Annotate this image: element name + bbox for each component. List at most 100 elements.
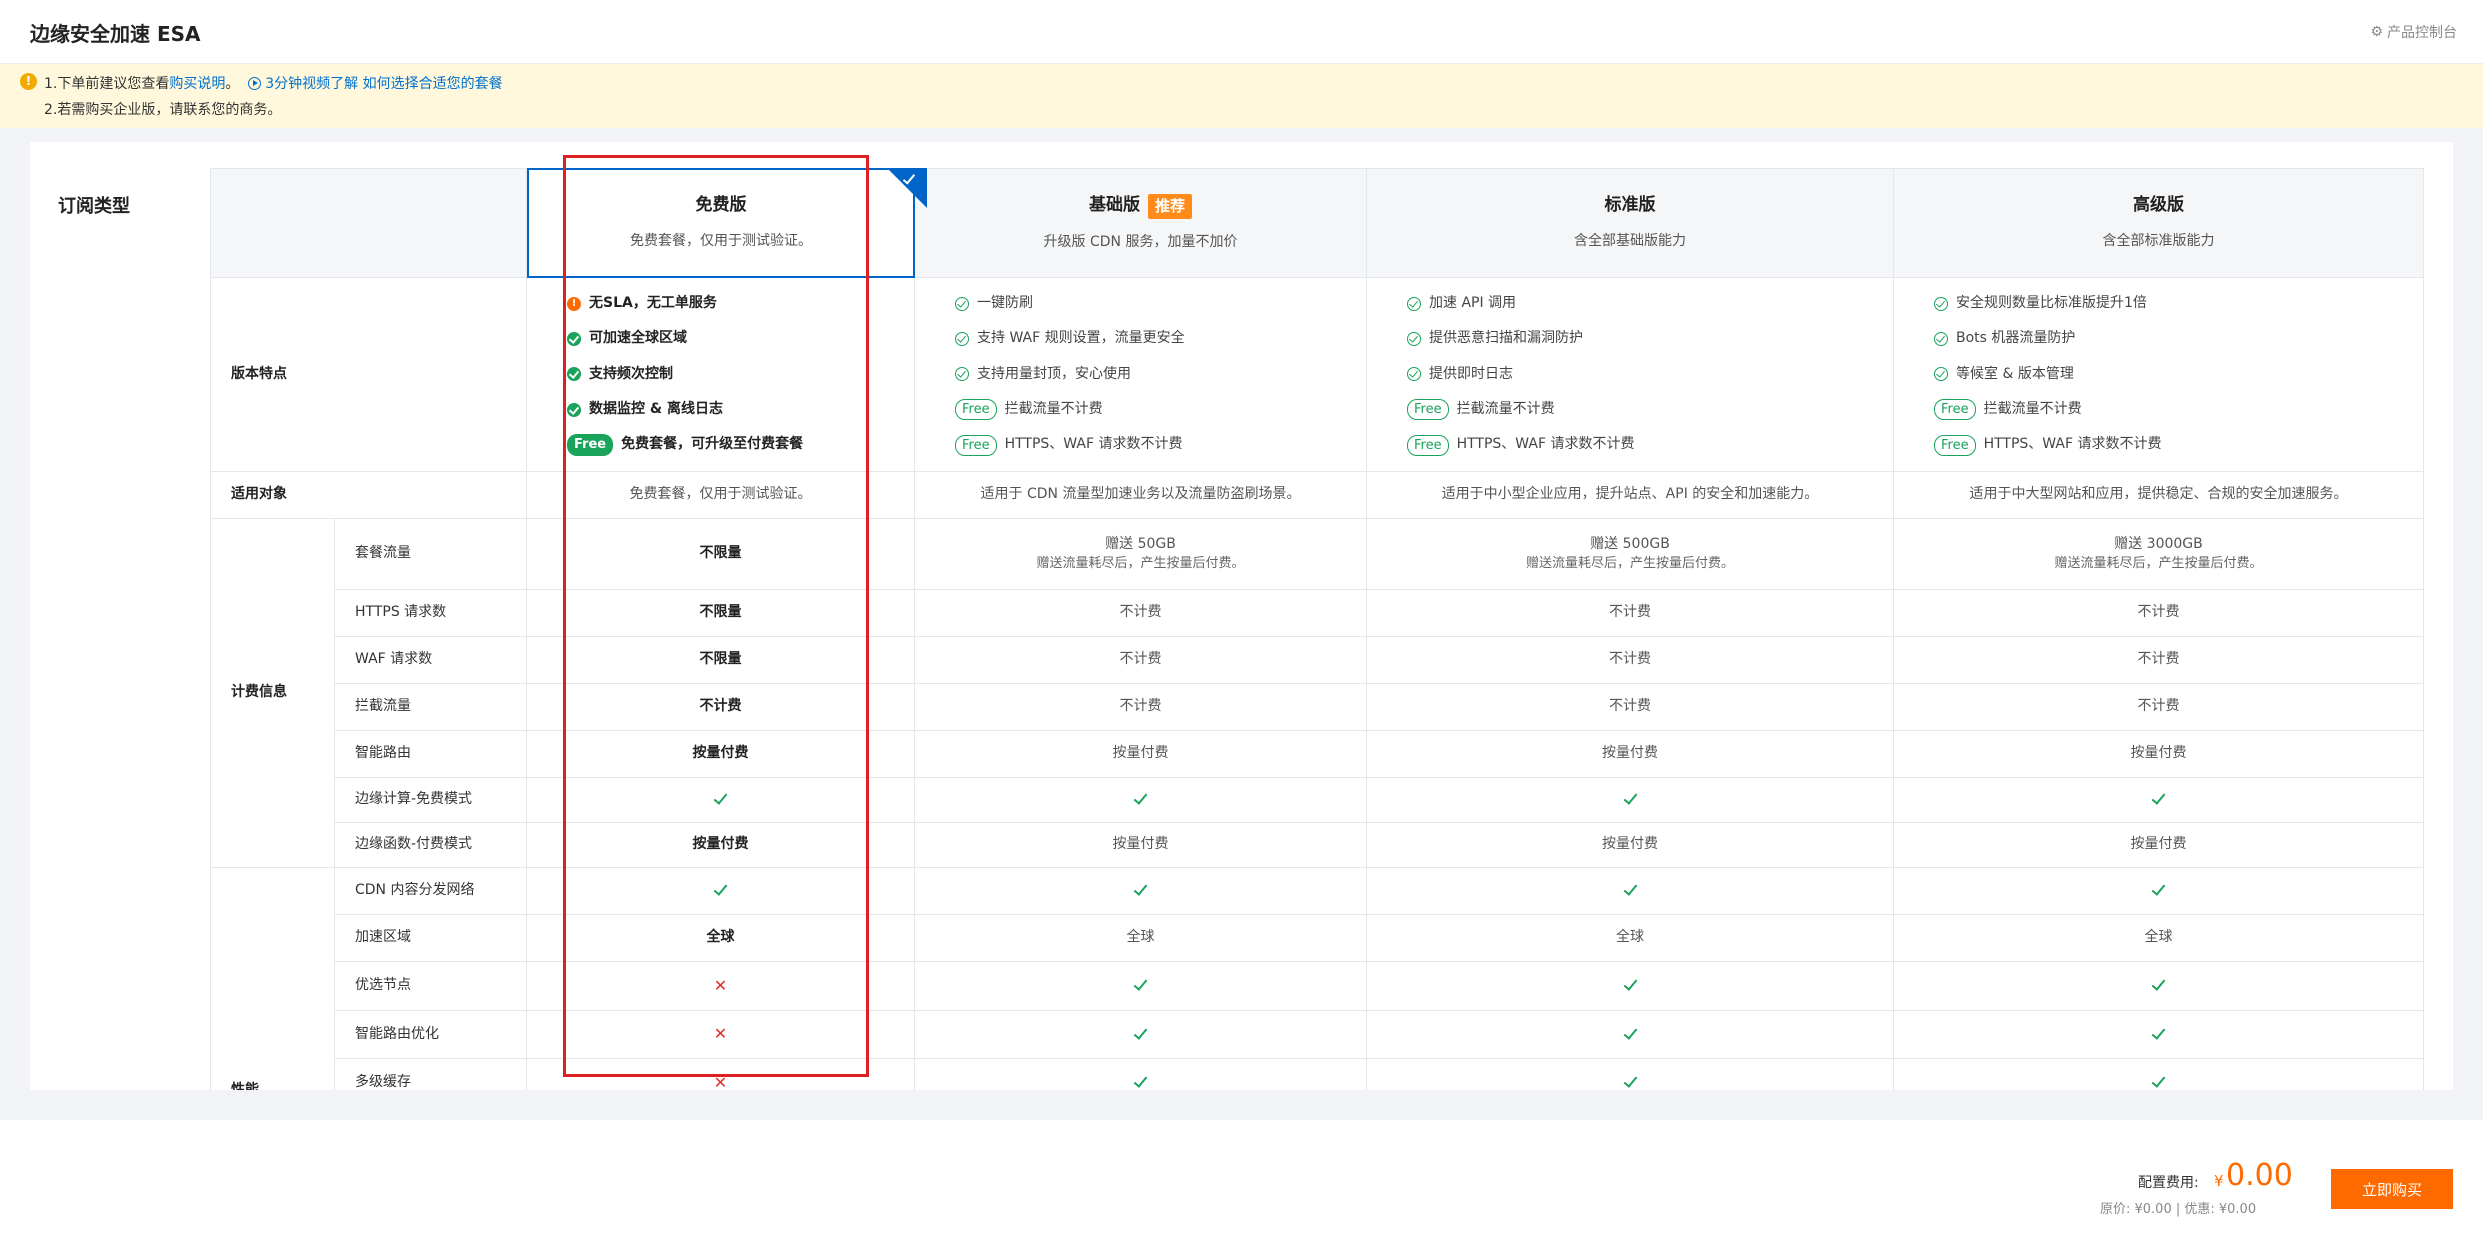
section-label: 订阅类型 <box>58 196 130 217</box>
billing-row-label: HTTPS 请求数 <box>335 590 527 637</box>
row-label-audience: 适用对象 <box>210 472 527 519</box>
check-icon <box>1133 790 1148 805</box>
billing-cell: 赠送 50GB 赠送流量耗尽后，产生按量后付费。 <box>915 519 1367 590</box>
feature-text: 提供恶意扫描和漏洞防护 <box>1429 330 1583 347</box>
billing-cell: 不计费 <box>915 684 1367 731</box>
traffic-main: 赠送 500GB <box>1590 536 1670 553</box>
feature-item: 数据监控 & 离线日志 <box>567 398 723 422</box>
feature-text: HTTPS、WAF 请求数不计费 <box>1004 436 1183 453</box>
feature-cell: ! 无SLA，无工单服务可加速全球区域支持频次控制数据监控 & 离线日志 Free 免… <box>527 278 915 472</box>
check-circle-icon <box>1407 367 1421 382</box>
traffic-main: 不限量 <box>699 545 742 562</box>
feature-item: Free HTTPS、WAF 请求数不计费 <box>1407 433 1634 457</box>
free-badge: Free <box>955 399 997 421</box>
group-label-billing: 计费信息 <box>210 519 335 868</box>
group-label-performance: 性能 <box>210 868 335 1090</box>
performance-cell <box>1894 1059 2424 1090</box>
traffic-sub: 赠送流量耗尽后，产生按量后付费。 <box>2054 555 2263 571</box>
fee-label: 配置费用: <box>2138 1175 2199 1191</box>
billing-cell: 按量付费 <box>527 731 915 778</box>
traffic-sub: 赠送流量耗尽后，产生按量后付费。 <box>1036 555 1245 571</box>
plan-header-free[interactable]: 免费版 免费套餐，仅用于测试验证。 <box>527 168 915 278</box>
table-header-blank <box>210 168 527 278</box>
plan-header-standard[interactable]: 标准版 含全部基础版能力 <box>1367 168 1894 278</box>
page-title: 边缘安全加速 ESA <box>30 22 201 46</box>
billing-row-label: 拦截流量 <box>335 684 527 731</box>
billing-cell: 不计费 <box>1894 637 2424 684</box>
check-icon <box>2151 790 2166 805</box>
check-icon <box>1133 976 1148 991</box>
check-circle-icon <box>1934 332 1948 347</box>
console-link[interactable]: ⚙ 产品控制台 <box>2370 22 2457 42</box>
feature-item: Free 拦截流量不计费 <box>1407 398 1555 422</box>
feature-text: 无SLA，无工单服务 <box>589 294 717 311</box>
check-icon <box>1623 881 1637 896</box>
billing-cell: 按量付费 <box>915 731 1367 778</box>
performance-cell <box>915 1059 1367 1090</box>
row-label-features: 版本特点 <box>210 278 527 472</box>
performance-cell <box>1367 868 1894 915</box>
feature-item: Free 拦截流量不计费 <box>955 398 1103 422</box>
check-circle-icon <box>1407 296 1421 311</box>
feature-item: 支持频次控制 <box>567 362 673 386</box>
billing-cell: 不计费 <box>527 684 915 731</box>
check-circle-icon <box>1407 332 1421 347</box>
billing-cell: 按量付费 <box>1367 731 1894 778</box>
check-icon <box>1133 1073 1148 1088</box>
free-badge: Free <box>1934 434 1976 456</box>
check-icon <box>1623 1073 1637 1088</box>
performance-row-label: 优选节点 <box>335 962 527 1011</box>
notice-text: 1.下单前建议您查看 <box>44 76 170 92</box>
feature-item: 支持用量封顶，安心使用 <box>955 362 1131 386</box>
performance-cell <box>1894 1011 2424 1059</box>
buy-now-button[interactable]: 立即购买 <box>2331 1169 2453 1209</box>
performance-cell <box>1894 868 2424 915</box>
billing-row-label: 边缘函数-付费模式 <box>335 823 527 868</box>
performance-cell: 全球 <box>527 915 915 962</box>
feature-text: 安全规则数量比标准版提升1倍 <box>1956 294 2147 311</box>
performance-cell <box>1367 1059 1894 1090</box>
check-icon <box>1623 1024 1637 1040</box>
plan-header-premium[interactable]: 高级版 含全部标准版能力 <box>1894 168 2424 278</box>
plan-comparison-table: 免费版 免费套餐，仅用于测试验证。 基础版 推荐 升级版 CDN 服务，加量不加价… <box>210 168 2424 1090</box>
performance-cell: ✕ <box>527 1059 915 1090</box>
billing-cell: 不限量 <box>527 519 915 590</box>
billing-cell: 赠送 3000GB 赠送流量耗尽后，产生按量后付费。 <box>1894 519 2424 590</box>
check-icon <box>2151 1073 2166 1088</box>
video-link-label: 3分钟视频了解 如何选择合适您的套餐 <box>265 76 503 92</box>
check-circle-icon <box>1934 367 1948 382</box>
billing-cell: 不限量 <box>527 590 915 637</box>
feature-item: ! 无SLA，无工单服务 <box>567 292 717 316</box>
fee-original: 原价: ¥0.00 | 优惠: ¥0.00 <box>2100 1202 2257 1217</box>
check-icon <box>713 790 728 805</box>
billing-row-label: WAF 请求数 <box>335 637 527 684</box>
billing-cell: 不计费 <box>1894 590 2424 637</box>
feature-text: 支持用量封顶，安心使用 <box>977 365 1131 382</box>
feature-item: Free 免费套餐，可升级至付费套餐 <box>567 433 803 457</box>
performance-cell: ✕ <box>527 962 915 1011</box>
feature-text: 拦截流量不计费 <box>1983 401 2082 418</box>
check-icon <box>1623 790 1637 805</box>
billing-cell: 不计费 <box>1367 684 1894 731</box>
performance-cell <box>915 1011 1367 1059</box>
feature-item: Free HTTPS、WAF 请求数不计费 <box>1934 433 2161 457</box>
billing-cell: 不计费 <box>1894 684 2424 731</box>
check-icon <box>1623 976 1637 991</box>
feature-item: 安全规则数量比标准版提升1倍 <box>1934 292 2147 316</box>
plan-header-basic[interactable]: 基础版 推荐 升级版 CDN 服务，加量不加价 <box>915 168 1367 278</box>
billing-cell: 不计费 <box>915 637 1367 684</box>
plan-desc: 免费套餐，仅用于测试验证。 <box>630 233 812 250</box>
fee-currency: ¥ <box>2214 1172 2224 1190</box>
traffic-sub: 赠送流量耗尽后，产生按量后付费。 <box>1525 555 1734 571</box>
cross-icon: ✕ <box>713 975 728 995</box>
video-link[interactable]: 3分钟视频了解 如何选择合适您的套餐 <box>248 76 503 92</box>
plan-card: 订阅类型 免费版 免费套餐，仅用于测试验证。 基础版 推荐 升级版 CDN 服务，… <box>30 142 2453 1090</box>
purchase-guide-link[interactable]: 购买说明 <box>169 76 225 92</box>
warning-icon: ! <box>20 73 37 90</box>
feature-cell: 一键防刷 支持 WAF 规则设置，流量更安全 支持用量封顶，安心使用 Free 拦截流量… <box>915 278 1367 472</box>
feature-item: Free HTTPS、WAF 请求数不计费 <box>955 433 1182 457</box>
feature-text: 可加速全球区域 <box>589 330 687 347</box>
billing-cell: 按量付费 <box>1894 731 2424 778</box>
feature-text: 一键防刷 <box>977 294 1033 311</box>
billing-cell: 按量付费 <box>1367 823 1894 868</box>
